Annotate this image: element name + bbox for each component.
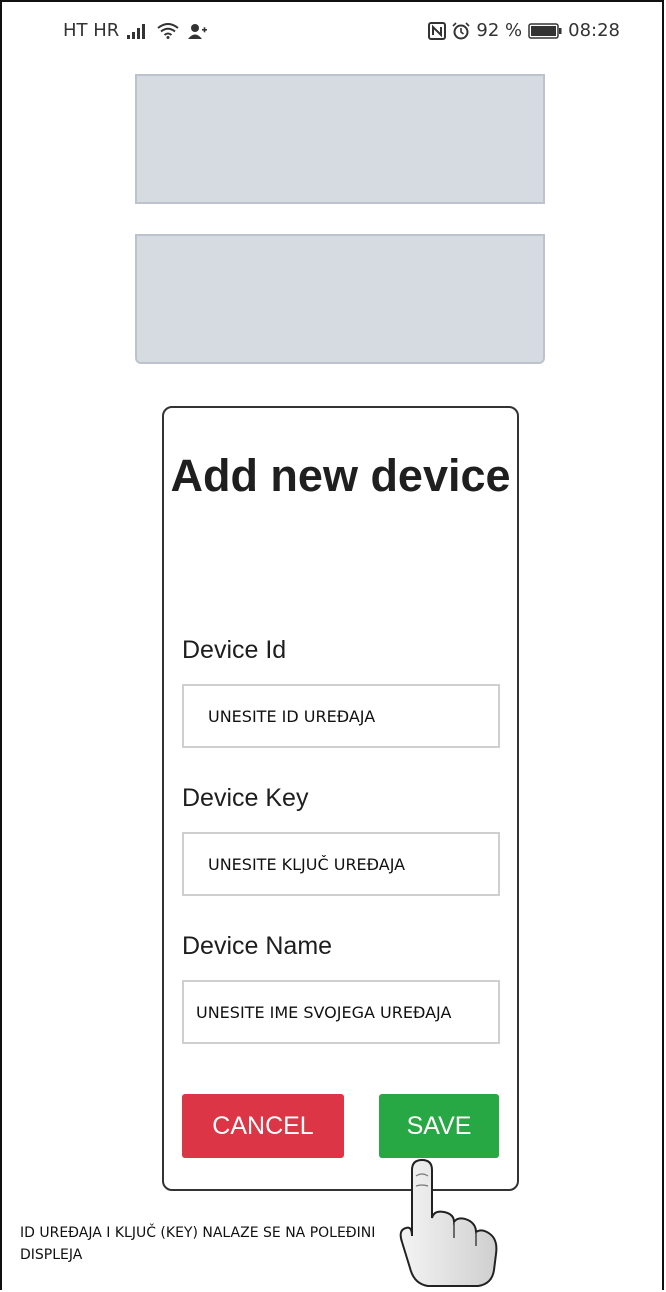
wifi-icon <box>157 22 179 39</box>
add-device-dialog: Add new device Device Id Device Key Devi… <box>162 406 519 1191</box>
nfc-icon <box>428 21 447 40</box>
carrier-label: HT HR <box>63 20 120 41</box>
device-key-input[interactable] <box>182 832 500 896</box>
device-name-label: Device Name <box>182 932 333 960</box>
cancel-button[interactable]: CANCEL <box>182 1094 344 1158</box>
status-left: HT HR <box>63 20 208 41</box>
device-key-label: Device Key <box>182 784 309 812</box>
pointing-hand-icon <box>398 1158 508 1288</box>
status-bar: HT HR 92 % 08:28 <box>0 0 666 64</box>
battery-percent: 92 % <box>476 20 523 41</box>
battery-icon <box>528 22 562 39</box>
clock: 08:28 <box>568 20 620 41</box>
footnote-text: ID UREĐAJA I KLJUČ (KEY) NALAZE SE NA PO… <box>20 1225 376 1263</box>
signal-icon <box>127 23 149 39</box>
image-placeholder-bottom <box>135 234 545 364</box>
device-name-input[interactable] <box>182 980 500 1044</box>
image-placeholder-top <box>135 74 545 204</box>
person-add-icon <box>187 23 208 39</box>
status-right: 92 % 08:28 <box>428 20 620 41</box>
dialog-title: Add new device <box>170 450 511 501</box>
save-button[interactable]: SAVE <box>379 1094 499 1158</box>
device-id-input[interactable] <box>182 684 500 748</box>
alarm-icon <box>452 21 470 40</box>
device-id-label: Device Id <box>182 636 287 664</box>
